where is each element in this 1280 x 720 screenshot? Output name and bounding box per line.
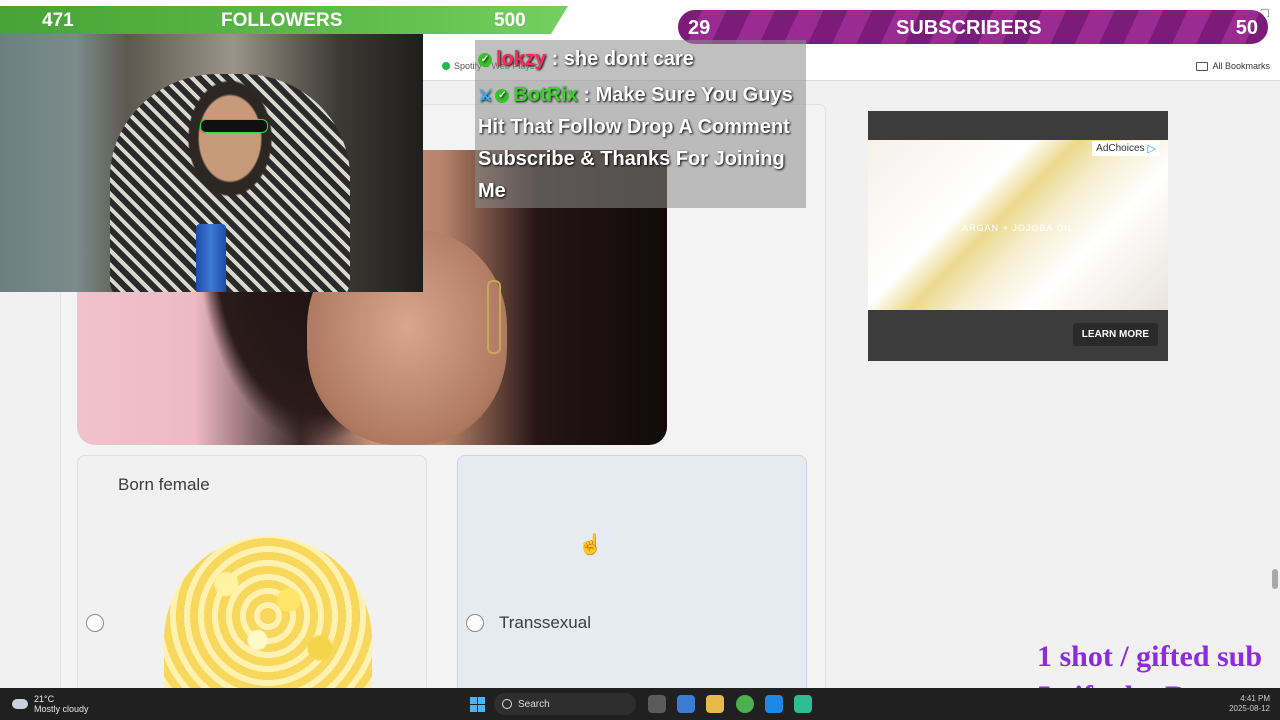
moderator-sword-icon: ⚔ xyxy=(478,88,493,105)
chat-message: ⚔ ✓ BotRix : Make Sure You Guys xyxy=(478,79,793,113)
chat-text: : Make Sure You Guys xyxy=(583,84,793,106)
verified-badge-icon: ✓ xyxy=(478,52,492,67)
streamer xyxy=(110,74,350,292)
all-bookmarks-button[interactable]: All Bookmarks xyxy=(1196,61,1270,71)
windows-start-icon[interactable] xyxy=(470,697,485,712)
streamer-sunglasses xyxy=(200,119,268,133)
corn-image xyxy=(164,536,372,696)
soda-can xyxy=(196,224,226,292)
answer-option-born-female[interactable]: Born female xyxy=(77,455,427,696)
chat-text-line: Hit That Follow Drop A Comment xyxy=(478,116,790,138)
followers-goal: 500 xyxy=(494,10,526,31)
photo-earring xyxy=(487,280,501,354)
chat-message: ✓ lokzy : she dont care xyxy=(478,43,694,75)
subscribers-current: 29 xyxy=(688,17,711,39)
search-icon xyxy=(502,699,512,709)
followers-current: 471 xyxy=(42,10,74,31)
windows-taskbar: 21°C Mostly cloudy Search 4:41 PM 2025-0… xyxy=(0,688,1280,720)
file-explorer-icon[interactable] xyxy=(706,695,724,713)
option-radio[interactable] xyxy=(466,614,484,632)
system-clock[interactable]: 4:41 PM 2025-08-12 xyxy=(1229,694,1270,714)
chrome-icon[interactable] xyxy=(736,695,754,713)
answer-option-transsexual[interactable]: Transsexual xyxy=(457,455,807,695)
followers-label: FOLLOWERS xyxy=(221,10,343,31)
chat-username: BotRix xyxy=(513,84,578,106)
taskbar-search[interactable]: Search xyxy=(494,693,636,715)
subscribers-goal: 50 xyxy=(1235,17,1258,39)
chat-text-line: Me xyxy=(478,180,506,202)
verified-badge-icon: ✓ xyxy=(495,88,510,103)
app-icon[interactable] xyxy=(794,695,812,713)
adchoices-badge[interactable]: AdChoices ▷ xyxy=(1092,141,1160,156)
scrollbar-thumb[interactable] xyxy=(1272,569,1278,589)
option-label: Born female xyxy=(118,475,210,494)
page-scrollbar[interactable] xyxy=(1270,81,1280,688)
advertisement[interactable]: AdChoices ▷ ARGAN + JOJOBA OIL LEARN MOR… xyxy=(868,111,1168,361)
adchoices-icon: ▷ xyxy=(1147,143,1156,155)
ad-product-text: ARGAN + JOJOBA OIL xyxy=(962,223,1074,233)
option-radio[interactable] xyxy=(86,614,104,632)
promo-text-line1: 1 shot / gifted sub xyxy=(1037,640,1263,673)
store-icon[interactable] xyxy=(765,695,783,713)
learn-more-button[interactable]: LEARN MORE xyxy=(1072,323,1158,346)
cloud-icon xyxy=(12,699,28,709)
webcam-feed xyxy=(0,34,423,292)
chat-username: lokzy xyxy=(496,48,547,70)
chat-text-line: Subscribe & Thanks For Joining xyxy=(478,148,785,170)
spotify-icon xyxy=(442,62,450,70)
weather-widget[interactable]: 21°C Mostly cloudy xyxy=(12,694,89,714)
followers-goal-bar: 471 FOLLOWERS 500 xyxy=(0,6,568,34)
option-label: Transsexual xyxy=(499,613,591,632)
chat-text: : she dont care xyxy=(551,48,694,70)
folder-icon xyxy=(1196,61,1209,71)
hand-cursor-icon: ☝ xyxy=(578,534,603,556)
subscribers-label: SUBSCRIBERS xyxy=(896,17,1042,39)
copilot-icon[interactable] xyxy=(677,695,695,713)
chat-overlay: ✓ lokzy : she dont care ⚔ ✓ BotRix : Make S… xyxy=(475,40,806,208)
task-view-icon[interactable] xyxy=(648,695,666,713)
